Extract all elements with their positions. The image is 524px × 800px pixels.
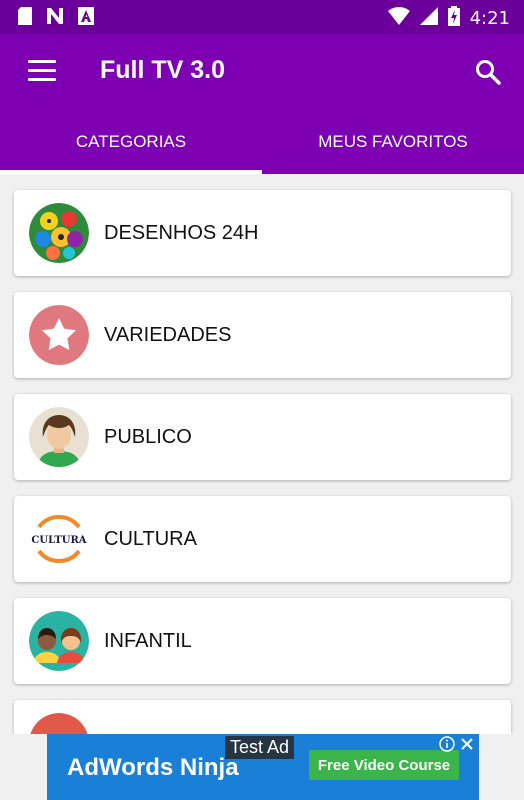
a-app-icon (78, 7, 94, 30)
app-toolbar: Full TV 3.0 (0, 34, 524, 110)
battery-charging-icon (447, 6, 460, 31)
search-icon[interactable] (474, 58, 502, 86)
tab-bar: CATEGORIAS MEUS FAVORITOS (0, 110, 524, 174)
sd-card-icon (18, 7, 32, 30)
cultura-logo-icon: CULTURA (29, 509, 89, 569)
star-icon (29, 305, 89, 365)
ad-cta-button[interactable]: Free Video Course (309, 750, 459, 780)
category-item-cultura[interactable]: CULTURA CULTURA (14, 496, 511, 582)
category-item-variedades[interactable]: VARIEDADES (14, 292, 511, 378)
status-bar: 4:21 (0, 0, 524, 34)
category-label: PUBLICO (104, 425, 192, 448)
tab-meus-favoritos[interactable]: MEUS FAVORITOS (262, 110, 524, 174)
red-circle-icon (29, 713, 89, 734)
category-list[interactable]: DESENHOS 24H VARIEDADES PUBLICO CULTURA … (0, 174, 524, 734)
cartoon-collage-icon (29, 203, 89, 263)
category-label: VARIEDADES (104, 323, 232, 346)
page-title: Full TV 3.0 (100, 56, 226, 84)
category-label: INFANTIL (104, 629, 192, 652)
ad-banner[interactable]: AdWords Ninja Test Ad Free Video Course (47, 734, 479, 800)
category-item-infantil[interactable]: INFANTIL (14, 598, 511, 684)
n-app-icon (46, 7, 64, 30)
category-item-desenhos[interactable]: DESENHOS 24H (14, 190, 511, 276)
wifi-icon (387, 7, 410, 30)
category-label: DESENHOS 24H (104, 221, 259, 244)
category-item-partial[interactable] (14, 700, 511, 734)
status-time: 4:21 (469, 8, 510, 29)
category-label: CULTURA (104, 527, 197, 550)
test-ad-label: Test Ad (225, 736, 295, 759)
person-icon (29, 407, 89, 467)
cultura-logo-text: CULTURA (31, 535, 86, 546)
tab-label: CATEGORIAS (75, 132, 187, 151)
signal-icon (419, 7, 438, 30)
info-icon[interactable] (439, 736, 455, 752)
tab-categorias[interactable]: CATEGORIAS (0, 110, 262, 174)
close-icon[interactable] (459, 736, 475, 752)
category-item-publico[interactable]: PUBLICO (14, 394, 511, 480)
tab-label: MEUS FAVORITOS (318, 132, 468, 151)
ad-brand: AdWords Ninja (67, 754, 239, 781)
menu-icon[interactable] (28, 60, 56, 82)
kids-icon (29, 611, 89, 671)
